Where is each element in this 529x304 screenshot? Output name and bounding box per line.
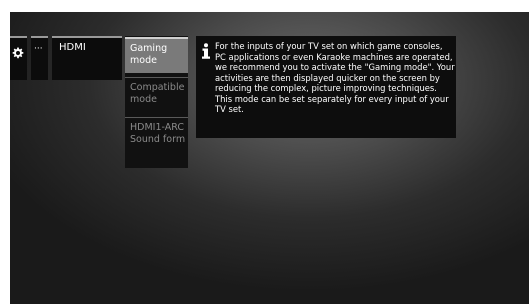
settings-column[interactable] xyxy=(10,36,27,80)
submenu-item-gaming-mode[interactable]: Gaming mode xyxy=(125,37,188,73)
more-column[interactable]: ··· xyxy=(31,36,48,80)
gear-icon xyxy=(12,47,24,59)
tv-menu-area: ··· HDMI Gaming mode Compatible mode HDM… xyxy=(10,12,529,304)
more-label: ··· xyxy=(34,44,43,54)
screen: ··· HDMI Gaming mode Compatible mode HDM… xyxy=(0,0,529,304)
source-label: HDMI xyxy=(59,42,86,53)
info-icon xyxy=(202,43,210,59)
submenu-item-label-line2: Sound form xyxy=(130,134,186,145)
submenu-item-hdmi-arc-sound-format[interactable]: HDMI1-ARC Sound form xyxy=(125,117,188,153)
picture-submenu: Gaming mode Compatible mode HDMI1-ARC So… xyxy=(125,36,188,168)
submenu-item-compatible-mode[interactable]: Compatible mode xyxy=(125,77,188,113)
submenu-item-label-line1: Gaming xyxy=(130,43,168,54)
source-column[interactable]: HDMI xyxy=(52,36,122,80)
submenu-item-label-line1: HDMI1-ARC xyxy=(130,122,184,133)
info-panel: For the inputs of your TV set on which g… xyxy=(196,36,456,138)
submenu-item-label-line1: Compatible xyxy=(130,82,185,93)
info-text: For the inputs of your TV set on which g… xyxy=(215,41,455,114)
submenu-item-label-line2: mode xyxy=(130,94,157,105)
submenu-item-label-line2: mode xyxy=(130,55,157,66)
